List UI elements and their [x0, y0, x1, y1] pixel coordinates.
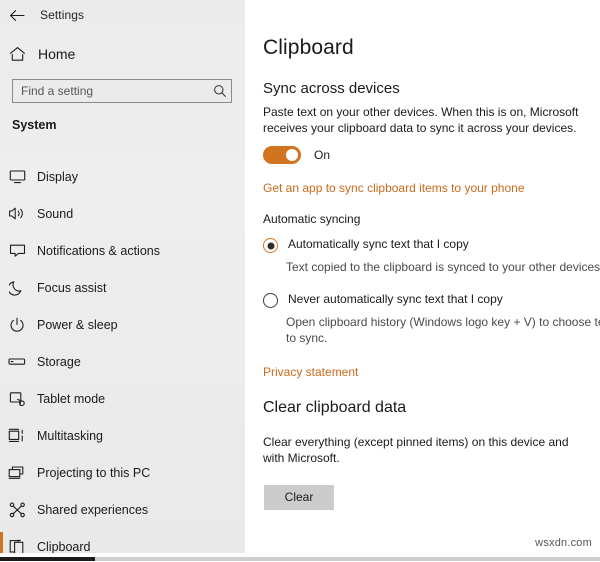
drive-icon: [0, 356, 34, 367]
selection-indicator: [0, 421, 3, 450]
selection-indicator: [0, 384, 3, 413]
radio-auto-sync-label: Automatically sync text that I copy: [288, 237, 469, 251]
radio-auto-sync-description: Text copied to the clipboard is synced t…: [286, 260, 600, 274]
clear-section-heading: Clear clipboard data: [263, 399, 407, 416]
sidebar-item-home[interactable]: Home: [0, 41, 245, 67]
sidebar-nav-list: Display Sound Notifications & actions Fo…: [0, 158, 245, 562]
sidebar-item-notifications[interactable]: Notifications & actions: [0, 232, 245, 269]
sidebar-item-display[interactable]: Display: [0, 158, 245, 195]
selection-indicator: [0, 458, 3, 487]
sync-section-description: Paste text on your other devices. When t…: [263, 105, 579, 135]
home-icon: [0, 46, 34, 62]
sidebar-item-label: Power & sleep: [37, 317, 118, 332]
selection-indicator: [0, 162, 3, 191]
app-title: Settings: [40, 8, 85, 22]
sync-toggle[interactable]: [263, 146, 301, 164]
tablet-icon: [0, 391, 34, 407]
selection-indicator: [0, 273, 3, 302]
radio-button-icon[interactable]: [263, 293, 278, 308]
share-nodes-icon: [0, 502, 34, 518]
sidebar-item-focus-assist[interactable]: Focus assist: [0, 269, 245, 306]
sidebar-item-label: Shared experiences: [37, 502, 149, 517]
sidebar-item-label: Notifications & actions: [37, 243, 160, 258]
notification-icon: [0, 243, 34, 258]
power-icon: [0, 317, 34, 333]
radio-never-sync[interactable]: Never automatically sync text that I cop…: [263, 292, 503, 308]
radio-button-icon[interactable]: [263, 238, 278, 253]
project-screen-icon: [0, 465, 34, 480]
selection-indicator: [0, 347, 3, 376]
sidebar-item-shared-experiences[interactable]: Shared experiences: [0, 491, 245, 528]
sidebar-item-sound[interactable]: Sound: [0, 195, 245, 232]
sidebar-item-label: Focus assist: [37, 280, 107, 295]
radio-never-sync-description: Open clipboard history (Windows logo key…: [286, 315, 600, 345]
back-arrow-icon[interactable]: [0, 2, 34, 28]
sync-toggle-row: On: [263, 146, 330, 164]
search-field[interactable]: [12, 79, 232, 103]
watermark: wsxdn.com: [535, 537, 592, 549]
sidebar-item-projecting[interactable]: Projecting to this PC: [0, 454, 245, 491]
sidebar-item-label: Multitasking: [37, 428, 103, 443]
sidebar: Settings Home System: [0, 0, 245, 561]
window-title-bar: Settings: [0, 0, 245, 30]
sidebar-item-label: Tablet mode: [37, 391, 106, 406]
sync-section-heading: Sync across devices: [263, 80, 400, 97]
selection-indicator: [0, 310, 3, 339]
sync-toggle-state: On: [314, 148, 331, 162]
search-icon[interactable]: [209, 84, 231, 98]
clear-button[interactable]: Clear: [264, 485, 334, 510]
sidebar-item-label: Display: [37, 169, 78, 184]
automatic-syncing-heading: Automatic syncing: [263, 212, 361, 226]
radio-auto-sync[interactable]: Automatically sync text that I copy: [263, 237, 469, 253]
multitasking-icon: [0, 428, 34, 443]
bottom-bar-dark-segment: [0, 557, 95, 561]
monitor-icon: [0, 169, 34, 184]
moon-icon: [0, 280, 34, 296]
sidebar-item-label: Storage: [37, 354, 81, 369]
selection-indicator: [0, 495, 3, 524]
selection-indicator: [0, 236, 3, 265]
toggle-knob: [286, 149, 298, 161]
sidebar-item-label: Sound: [37, 206, 74, 221]
sidebar-item-storage[interactable]: Storage: [0, 343, 245, 380]
search-input[interactable]: [13, 80, 209, 102]
radio-never-sync-label: Never automatically sync text that I cop…: [288, 292, 503, 306]
bottom-bar-light-segment: [95, 557, 600, 561]
get-phone-app-link[interactable]: Get an app to sync clipboard items to yo…: [263, 181, 525, 195]
settings-window: Settings Home System: [0, 0, 600, 562]
main-content: Clipboard Sync across devices Paste text…: [245, 0, 600, 553]
sidebar-item-power-sleep[interactable]: Power & sleep: [0, 306, 245, 343]
sidebar-item-home-label: Home: [38, 46, 76, 62]
sidebar-item-tablet-mode[interactable]: Tablet mode: [0, 380, 245, 417]
clear-section-description: Clear everything (except pinned items) o…: [263, 435, 569, 465]
sidebar-group-title: System: [12, 118, 57, 132]
sidebar-item-label: Projecting to this PC: [37, 465, 151, 480]
sidebar-item-label: Clipboard: [37, 539, 91, 554]
page-title: Clipboard: [263, 36, 354, 59]
privacy-statement-link[interactable]: Privacy statement: [263, 365, 358, 379]
selection-indicator: [0, 199, 3, 228]
sidebar-item-multitasking[interactable]: Multitasking: [0, 417, 245, 454]
speaker-icon: [0, 206, 34, 221]
bottom-bar: [0, 553, 600, 562]
